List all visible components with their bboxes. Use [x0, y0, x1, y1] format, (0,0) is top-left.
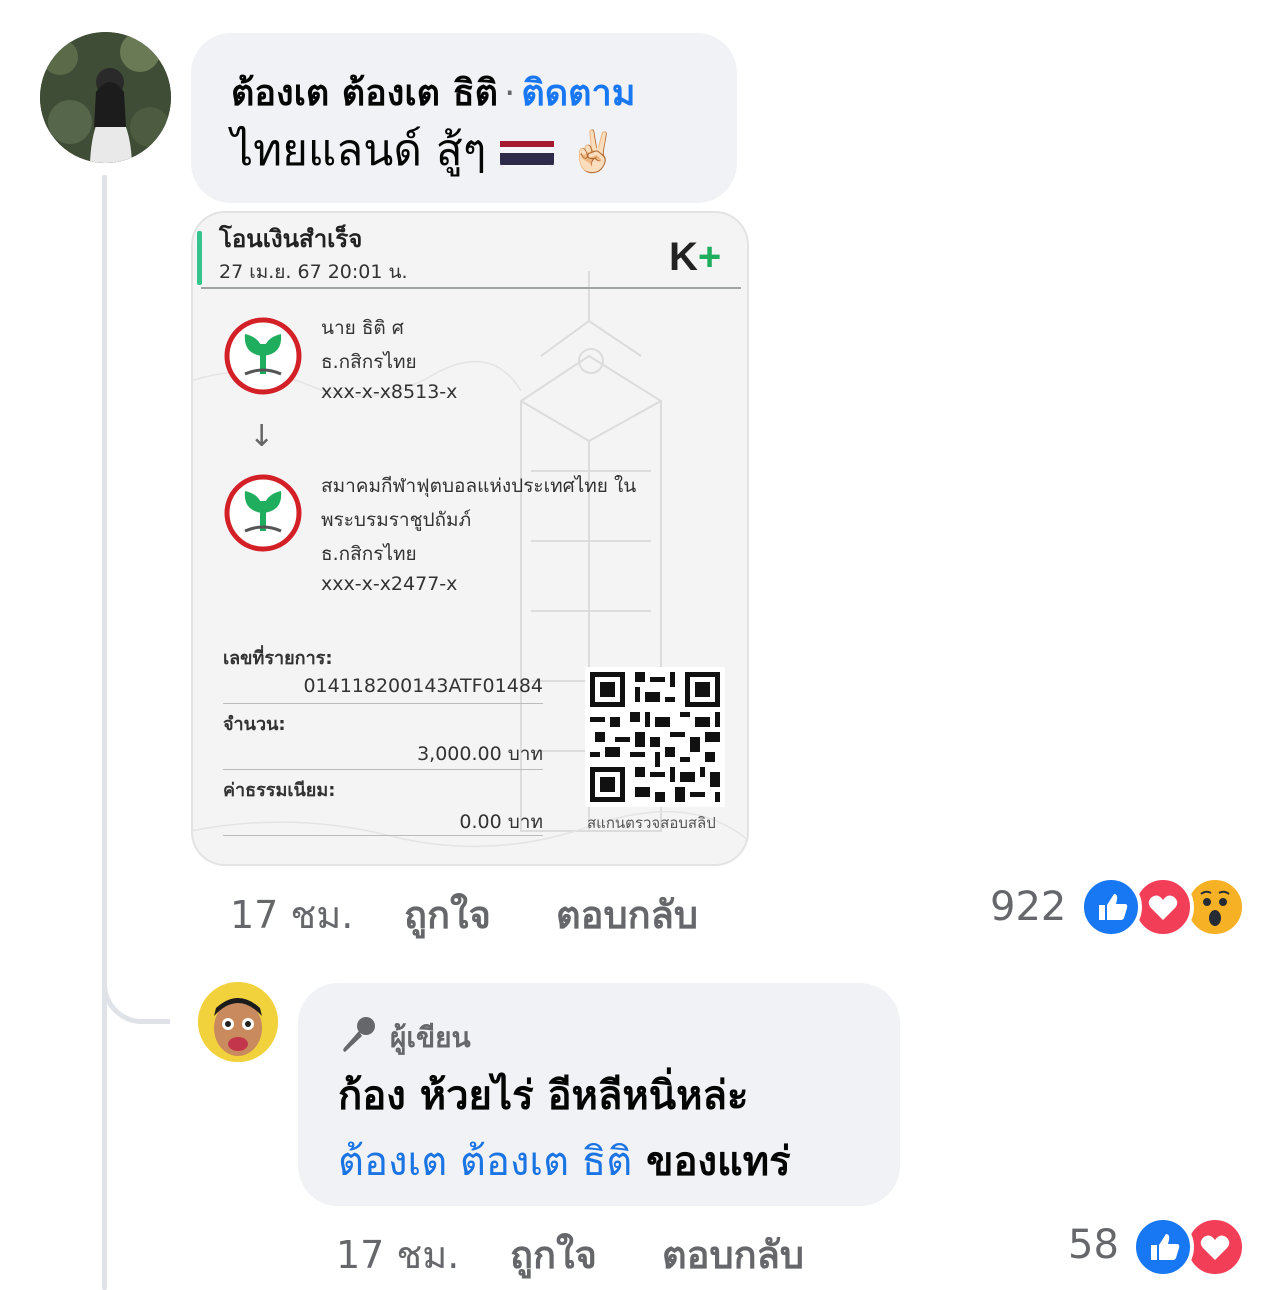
- thread-connector: [102, 968, 170, 1024]
- slip-accent-bar: [197, 231, 202, 285]
- reply-reply-label: ตอบกลับ: [662, 1233, 805, 1277]
- reply-like-label: ถูกใจ: [510, 1233, 597, 1277]
- sender-name: นาย ธิติ ศ: [321, 317, 404, 339]
- reply-like-button[interactable]: ถูกใจ: [510, 1224, 597, 1285]
- reference-divider: [223, 703, 543, 704]
- receiver-bank: ธ.กสิกรไทย: [321, 543, 417, 565]
- receiver-account: xxx-x-x2477-x: [321, 573, 458, 595]
- comment-reply-button[interactable]: ตอบกลับ: [556, 884, 698, 945]
- reply-text-line2: ต้องเต ต้องเต ธิติ ของแทร่: [338, 1129, 860, 1195]
- sender-account: xxx-x-x8513-x: [321, 381, 458, 403]
- comment-bubble: ต้องเต ต้องเต ธิติ · ติดตาม ไทยแลนด์ สู้ๆ ✌…: [191, 33, 737, 203]
- thai-flag-icon: [500, 131, 555, 167]
- comment-text-content: ไทยแลนด์ สู้ๆ: [231, 125, 487, 176]
- kplus-logo: K+: [669, 235, 721, 280]
- receiver-name-line2: พระบรมราชูปถัมภ์: [321, 509, 472, 531]
- fee-divider: [223, 835, 543, 836]
- microphone-icon: [343, 1017, 375, 1052]
- amount-divider: [223, 769, 543, 770]
- comment-header: ต้องเต ต้องเต ธิติ · ติดตาม: [231, 69, 697, 119]
- reply-timestamp[interactable]: 17 ชม.: [336, 1224, 459, 1285]
- reference-label: เลขที่รายการ:: [223, 648, 333, 669]
- reply-text-line1: ก้อง ห้วยไร่ อีหลีหนิ่หล่ะ: [338, 1073, 749, 1119]
- follow-button[interactable]: ติดตาม: [521, 73, 635, 114]
- thread-line: [102, 175, 107, 1290]
- like-label: ถูกใจ: [404, 893, 491, 937]
- kbank-receiver-logo-icon: [224, 474, 302, 552]
- amount-value: 3,000.00 บาท: [417, 743, 543, 765]
- qr-code-icon: [585, 667, 725, 807]
- reference-value: 014118200143ATF01484: [303, 675, 543, 697]
- reply-reaction-count[interactable]: 58: [1068, 1222, 1119, 1268]
- separator-dot: ·: [503, 73, 516, 114]
- receiver-name-line1: สมาคมกีฬาฟุตบอลแห่งประเทศไทย ใน: [321, 475, 637, 497]
- reply-like-icon: [1132, 1216, 1194, 1278]
- slip-divider: [201, 287, 741, 289]
- amount-label: จำนวน:: [223, 714, 286, 735]
- like-icon: [1080, 876, 1142, 938]
- commenter-avatar[interactable]: [40, 32, 171, 163]
- author-badge: ผู้เขียน: [338, 1013, 860, 1063]
- mention-link[interactable]: ต้องเต ต้องเต ธิติ: [338, 1139, 632, 1185]
- slip-date: 27 เม.ย. 67 20:01 น.: [219, 261, 408, 283]
- reply-label: ตอบกลับ: [556, 893, 699, 937]
- page-author-avatar[interactable]: [198, 982, 278, 1062]
- victory-hand-icon: ✌🏻: [568, 129, 619, 175]
- kplus-letter: K: [669, 235, 698, 279]
- fee-label: ค่าธรรมเนียม:: [223, 780, 336, 801]
- reply-reply-button[interactable]: ตอบกลับ: [662, 1224, 804, 1285]
- sender-bank: ธ.กสิกรไทย: [321, 351, 417, 373]
- transfer-arrow-icon: ↓: [249, 419, 275, 454]
- author-name[interactable]: ต้องเต ต้องเต ธิติ: [231, 73, 498, 114]
- reaction-count[interactable]: 922: [990, 884, 1066, 930]
- fee-value: 0.00 บาท: [459, 811, 543, 833]
- transfer-slip-image[interactable]: โอนเงินสำเร็จ 27 เม.ย. 67 20:01 น. K+ นา…: [191, 211, 749, 866]
- reply-text-rest: ของแทร่: [632, 1139, 791, 1185]
- comment-timestamp[interactable]: 17 ชม.: [230, 884, 353, 945]
- slip-title: โอนเงินสำเร็จ: [219, 225, 363, 253]
- reply-bubble: ผู้เขียน ก้อง ห้วยไร่ อีหลีหนิ่หล่ะ ต้อง…: [298, 983, 900, 1206]
- comment-text: ไทยแลนด์ สู้ๆ ✌🏻: [231, 119, 697, 184]
- comment-like-button[interactable]: ถูกใจ: [404, 884, 491, 945]
- author-badge-label: ผู้เขียน: [390, 1021, 471, 1054]
- kbank-sender-logo-icon: [224, 317, 302, 395]
- kplus-plus: +: [697, 235, 722, 279]
- qr-caption: สแกนตรวจสอบสลิป: [587, 814, 716, 832]
